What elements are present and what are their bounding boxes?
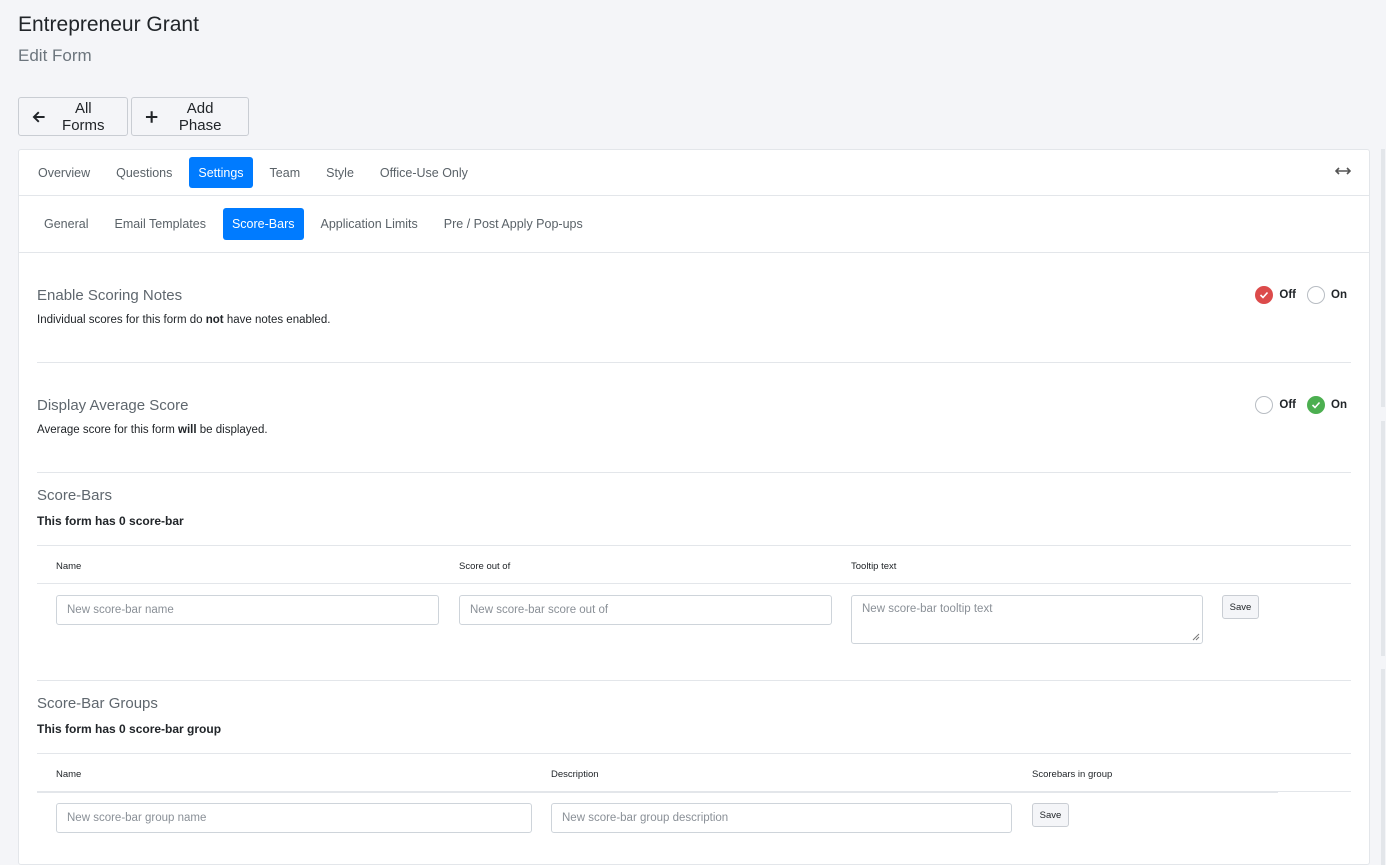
score-bar-groups-title: Score-Bar Groups xyxy=(37,695,158,712)
page-header: Entrepreneur Grant Edit Form xyxy=(18,12,199,68)
save-score-bar-button[interactable]: Save xyxy=(1222,595,1259,619)
score-bars-table-header: Name Score out of Tooltip text xyxy=(37,545,1351,584)
tab-questions[interactable]: Questions xyxy=(107,157,181,188)
page-subtitle: Edit Form xyxy=(18,46,92,65)
score-bar-groups-table: Name Description Scorebars in group New … xyxy=(37,753,1351,833)
score-bar-group-name-input[interactable]: New score-bar group name xyxy=(56,803,532,833)
score-bar-groups-table-header: Name Description Scorebars in group xyxy=(37,753,1351,792)
average-score-title: Display Average Score xyxy=(37,397,189,414)
plus-icon xyxy=(145,110,158,123)
settings-sub-tabs: General Email Templates Score-Bars Appli… xyxy=(19,196,1369,253)
tab-office-use-only[interactable]: Office-Use Only xyxy=(371,157,477,188)
form-settings-card: Overview Questions Settings Team Style O… xyxy=(18,149,1370,865)
tab-overview[interactable]: Overview xyxy=(29,157,99,188)
divider xyxy=(37,362,1351,363)
divider xyxy=(37,680,1351,681)
column-header-description: Description xyxy=(551,769,599,780)
score-bar-tooltip-placeholder: New score-bar tooltip text xyxy=(862,603,993,615)
average-score-description: Average score for this form will be disp… xyxy=(37,424,268,436)
tab-settings[interactable]: Settings xyxy=(189,157,253,188)
scoring-notes-description: Individual scores for this form do not h… xyxy=(37,314,331,326)
row-divider xyxy=(37,792,1278,793)
column-header-name: Name xyxy=(56,561,82,572)
check-icon xyxy=(1307,396,1326,414)
score-bar-name-input[interactable]: New score-bar name xyxy=(56,595,439,625)
average-score-toggle: Off On xyxy=(1255,396,1347,414)
scoring-notes-section: Enable Scoring Notes Individual scores f… xyxy=(37,286,1351,328)
page-title: Entrepreneur Grant xyxy=(18,13,199,36)
column-header-scorebars-in-group: Scorebars in group xyxy=(1032,769,1113,780)
scoring-notes-off-radio[interactable]: Off xyxy=(1255,286,1296,304)
score-bar-groups-section: Score-Bar Groups This form has 0 score-b… xyxy=(37,694,1351,736)
column-header-tooltip-text: Tooltip text xyxy=(851,561,897,572)
subtab-general[interactable]: General xyxy=(35,208,97,240)
expand-horizontal-icon[interactable] xyxy=(1335,163,1351,179)
column-header-score-out-of: Score out of xyxy=(459,561,511,572)
all-forms-label: All Forms xyxy=(62,99,105,134)
radio-empty-icon xyxy=(1307,286,1326,304)
check-icon xyxy=(1255,286,1274,304)
average-score-off-radio[interactable]: Off xyxy=(1255,396,1296,414)
score-bars-section: Score-Bars This form has 0 score-bar xyxy=(37,486,1351,528)
average-score-section: Display Average Score Average score for … xyxy=(37,396,1351,438)
scoring-notes-title: Enable Scoring Notes xyxy=(37,287,183,304)
subtab-email-templates[interactable]: Email Templates xyxy=(105,208,214,240)
average-score-on-radio[interactable]: On xyxy=(1307,396,1347,414)
score-bar-score-input[interactable]: New score-bar score out of xyxy=(459,595,832,625)
score-bar-groups-count: This form has 0 score-bar group xyxy=(37,722,222,736)
score-bar-group-description-input[interactable]: New score-bar group description xyxy=(551,803,1012,833)
score-bars-count: This form has 0 score-bar xyxy=(37,514,184,528)
add-phase-button[interactable]: Add Phase xyxy=(131,97,249,136)
subtab-score-bars[interactable]: Score-Bars xyxy=(222,208,304,240)
arrow-left-icon xyxy=(32,110,45,123)
score-bar-tooltip-textarea[interactable]: New score-bar tooltip text xyxy=(851,595,1203,644)
all-forms-button[interactable]: All Forms xyxy=(18,97,128,136)
tab-team[interactable]: Team xyxy=(261,157,310,188)
top-toolbar: All Forms Add Phase xyxy=(18,97,249,136)
radio-empty-icon xyxy=(1255,396,1274,414)
resize-grip-icon[interactable] xyxy=(1192,633,1200,641)
right-panel-edge xyxy=(1381,149,1386,865)
add-phase-label: Add Phase xyxy=(178,99,222,134)
score-bars-table: Name Score out of Tooltip text New score… xyxy=(37,545,1351,644)
divider xyxy=(37,472,1351,473)
subtab-application-limits[interactable]: Application Limits xyxy=(312,208,427,240)
score-bars-title: Score-Bars xyxy=(37,487,113,504)
main-tabs: Overview Questions Settings Team Style O… xyxy=(19,150,1369,196)
tab-style[interactable]: Style xyxy=(317,157,363,188)
save-score-bar-group-button[interactable]: Save xyxy=(1032,803,1069,827)
subtab-pre-post-apply-popups[interactable]: Pre / Post Apply Pop-ups xyxy=(435,208,592,240)
column-header-name: Name xyxy=(56,769,82,780)
scoring-notes-toggle: Off On xyxy=(1255,286,1347,304)
scoring-notes-on-radio[interactable]: On xyxy=(1307,286,1347,304)
